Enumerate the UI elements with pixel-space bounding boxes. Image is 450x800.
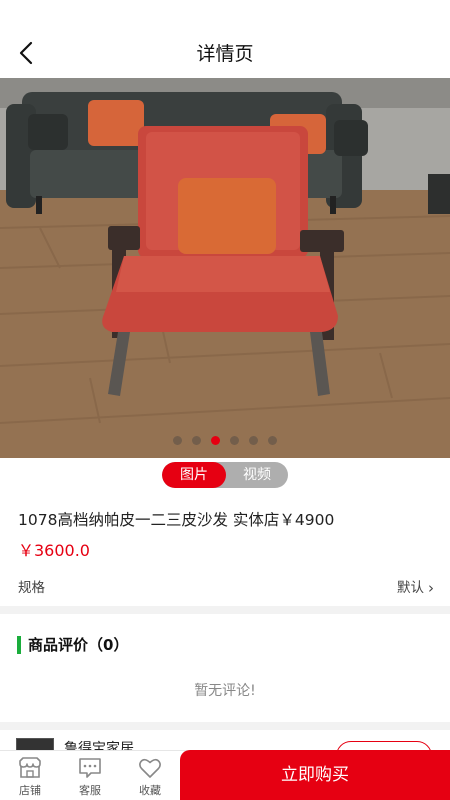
- reviews-empty-text: 暂无评论!: [194, 683, 256, 699]
- carousel-dot[interactable]: [268, 436, 277, 445]
- carousel-dots: [0, 436, 450, 445]
- tab-shop-label: 店铺: [19, 784, 41, 797]
- media-toggle: 视频 图片: [162, 462, 288, 488]
- product-info: 1078高档纳帕皮一二三皮沙发 实体店￥4900 ￥3600.0 规格 默认 ›: [0, 494, 450, 606]
- tab-service-label: 客服: [79, 784, 101, 797]
- media-toggle-strip: 视频 图片: [0, 458, 450, 494]
- shop-icon: [19, 757, 41, 778]
- tab-service[interactable]: 客服: [65, 757, 115, 798]
- image-tab[interactable]: 图片: [162, 462, 226, 488]
- carousel-dot[interactable]: [230, 436, 239, 445]
- reviews-section: 商品评价（0） 暂无评论!: [0, 614, 450, 722]
- chat-icon: [79, 758, 101, 778]
- header-bar: 详情页: [0, 0, 450, 78]
- spec-label: 规格: [18, 580, 45, 596]
- product-image-carousel[interactable]: [0, 78, 450, 458]
- product-detail-page: 详情页 视频 图片 1078高档纳帕皮一二三皮沙发 实体店￥4900 ￥3600…: [0, 0, 450, 800]
- product-name: 1078高档纳帕皮一二三皮沙发 实体店￥4900: [18, 511, 335, 529]
- carousel-dot[interactable]: [249, 436, 258, 445]
- carousel-dot-active[interactable]: [211, 436, 220, 445]
- spec-value: 默认 ›: [397, 576, 434, 596]
- chevron-right-icon: ›: [428, 579, 434, 597]
- product-photo: [0, 78, 450, 458]
- spec-value-text: 默认: [397, 580, 424, 596]
- tab-shop[interactable]: 店铺: [5, 757, 55, 798]
- section-accent-bar: [17, 636, 21, 654]
- carousel-dot[interactable]: [173, 436, 182, 445]
- video-tab[interactable]: 视频: [226, 462, 288, 488]
- spec-selector[interactable]: 规格 默认 ›: [0, 574, 450, 600]
- carousel-dot[interactable]: [192, 436, 201, 445]
- product-price: ￥3600.0: [18, 541, 90, 560]
- reviews-title: 商品评价（0）: [28, 636, 129, 654]
- buy-now-button[interactable]: 立即购买: [180, 750, 450, 800]
- page-title: 详情页: [196, 43, 254, 65]
- tab-favorite[interactable]: 收藏: [125, 757, 175, 798]
- heart-icon: [139, 758, 161, 778]
- tab-favorite-label: 收藏: [139, 784, 161, 797]
